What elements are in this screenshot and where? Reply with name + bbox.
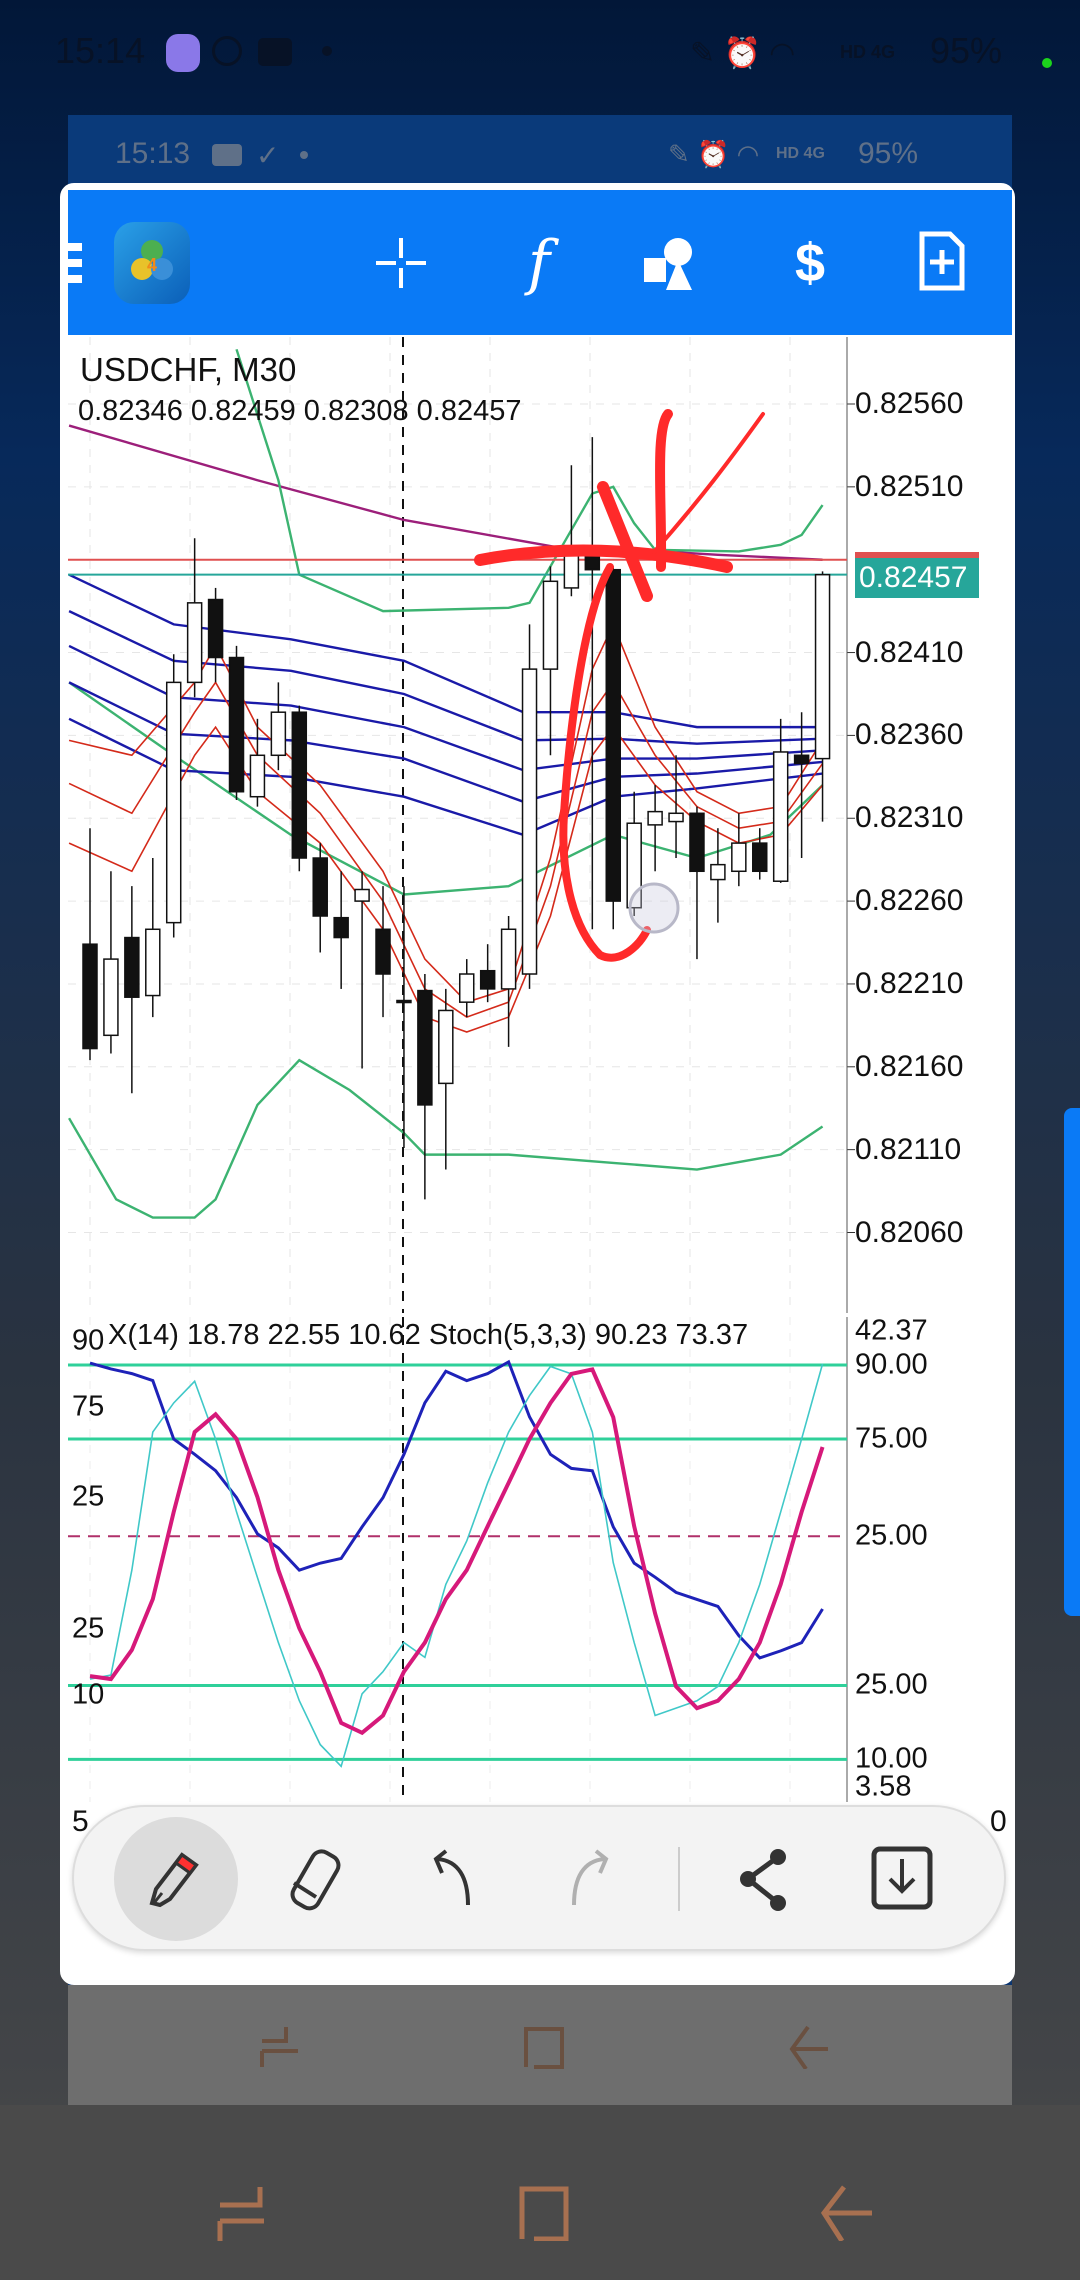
- eraser-icon: [290, 1849, 341, 1911]
- pen-tool-button[interactable]: [114, 1817, 238, 1941]
- left-level-label: 90: [72, 1324, 105, 1357]
- undo-button[interactable]: [420, 1847, 484, 1911]
- undo-icon: [433, 1849, 470, 1906]
- stoch-level-label: 75.00: [855, 1422, 928, 1455]
- stoch-main-line: [89, 1363, 824, 1768]
- back-button[interactable]: [820, 2185, 874, 2241]
- stoch-level-label: 90.00: [855, 1348, 928, 1381]
- adx-min-label: 3.58: [855, 1770, 912, 1803]
- indicator-header: X(14) 18.78 22.55 10.62 Stoch(5,3,3) 90.…: [108, 1319, 749, 1351]
- adx-line: [89, 1359, 824, 1660]
- drawing-toolbar: [72, 1805, 1006, 1951]
- stoch-level-label: 25.00: [855, 1668, 928, 1701]
- save-button[interactable]: [870, 1845, 934, 1913]
- stoch-signal-line: [89, 1367, 825, 1736]
- indicator-canvas[interactable]: [68, 1317, 1012, 1802]
- left-level-label: 10: [72, 1678, 105, 1711]
- hand-drawn-annotation: [474, 409, 765, 962]
- home-button[interactable]: [518, 2185, 570, 2241]
- left-level-label: 25: [72, 1612, 105, 1645]
- nav-bar: [0, 2105, 1080, 2280]
- inner-nav-bar: [68, 1985, 1012, 2105]
- redo-button[interactable]: [558, 1847, 622, 1911]
- left-level-label: 75: [72, 1390, 105, 1423]
- indicator-pane[interactable]: X(14) 18.78 22.55 10.62 Stoch(5,3,3) 90.…: [68, 1315, 1012, 1803]
- adx-level-label: 25.00: [855, 1519, 928, 1552]
- edge-panel-handle[interactable]: [1064, 1108, 1080, 1616]
- share-icon: [740, 1849, 786, 1911]
- redo-icon: [572, 1849, 609, 1906]
- touch-indicator: [628, 882, 680, 934]
- share-button[interactable]: [734, 1847, 798, 1911]
- eraser-tool-button[interactable]: [284, 1847, 348, 1911]
- back-icon: [789, 2025, 828, 2069]
- time-axis-right: 0: [990, 1805, 1007, 1838]
- pen-icon: [149, 1852, 199, 1908]
- recent-apps-button[interactable]: [216, 2185, 266, 2241]
- toolbar-divider: [678, 1847, 680, 1911]
- download-icon: [871, 1846, 933, 1910]
- left-level-label: 25: [72, 1480, 105, 1513]
- home-icon: [524, 2027, 564, 2069]
- recent-apps-icon: [260, 2027, 298, 2067]
